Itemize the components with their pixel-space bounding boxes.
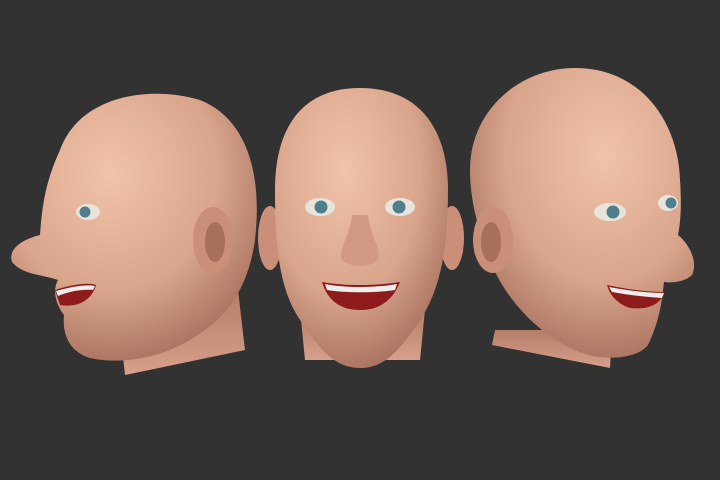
render-scene: [0, 0, 720, 480]
ear-inner: [205, 222, 225, 262]
iris-right: [665, 197, 677, 209]
iris-right: [392, 200, 406, 214]
iris: [79, 206, 91, 218]
iris-left: [314, 200, 328, 214]
ear-inner: [481, 222, 501, 262]
iris-left: [606, 205, 620, 219]
